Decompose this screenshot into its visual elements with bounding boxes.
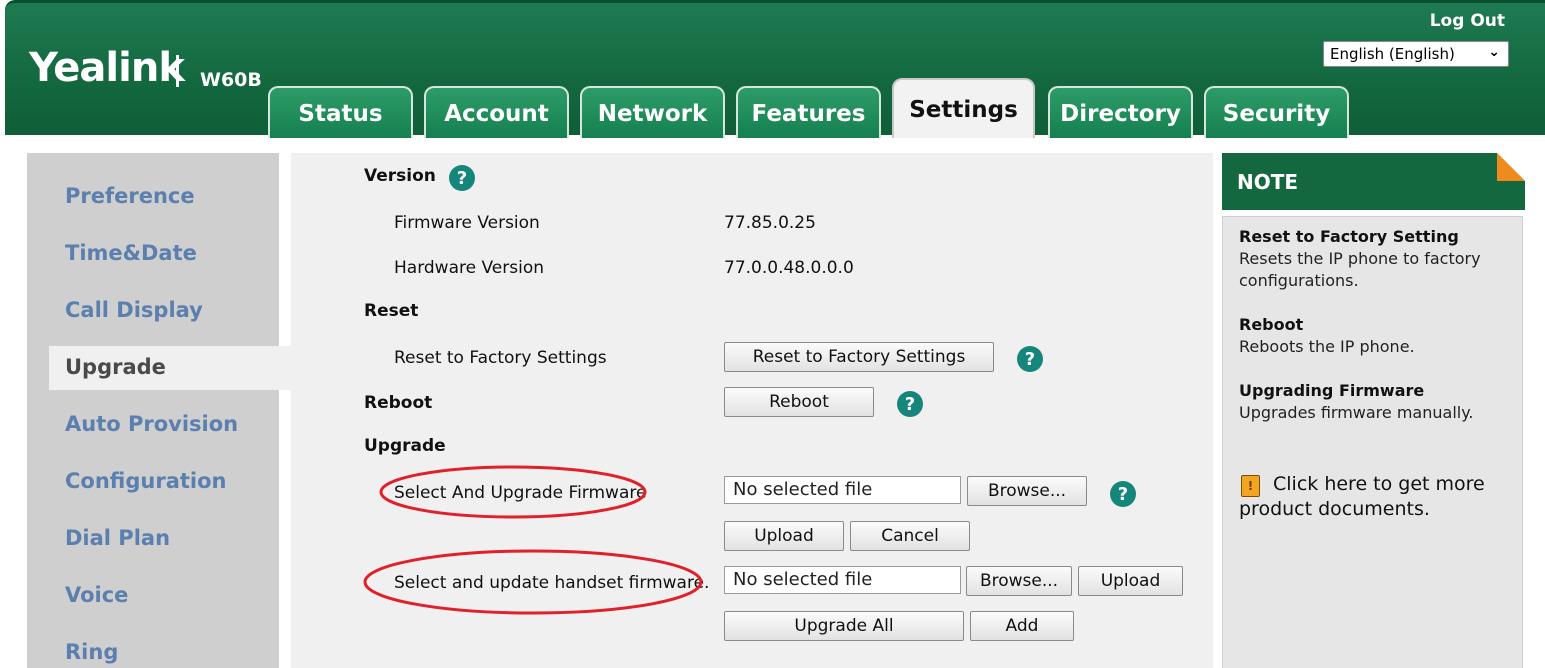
- note-desc: Reboots the IP phone.: [1239, 337, 1415, 356]
- firmware-version-label: Firmware Version: [394, 213, 540, 233]
- help-icon-upgrade[interactable]: ?: [1110, 481, 1136, 507]
- upgrade-panel: Version ? Firmware Version 77.85.0.25 Ha…: [291, 153, 1213, 668]
- help-icon-version[interactable]: ?: [449, 165, 475, 191]
- sidebar-item-voice[interactable]: Voice: [65, 583, 128, 607]
- hardware-version-label: Hardware Version: [394, 258, 544, 278]
- reboot-button[interactable]: Reboot: [724, 387, 874, 417]
- note-title: NOTE: [1237, 170, 1299, 194]
- firmware-version-value: 77.85.0.25: [724, 213, 816, 233]
- document-icon: !: [1241, 475, 1260, 497]
- help-icon-reset[interactable]: ?: [1017, 346, 1043, 372]
- chevron-down-icon: ⌄: [1488, 44, 1500, 60]
- handset-browse-button[interactable]: Browse...: [966, 566, 1072, 596]
- logo-separator: [176, 55, 179, 87]
- handset-upload-button[interactable]: Upload: [1078, 566, 1183, 596]
- note-term: Reset to Factory Setting: [1239, 227, 1459, 246]
- tab-security[interactable]: Security: [1204, 86, 1349, 138]
- handset-file-input[interactable]: No selected file: [724, 566, 961, 594]
- sidebar-item-auto-provision[interactable]: Auto Provision: [65, 412, 238, 436]
- upgrade-title: Upgrade: [364, 436, 446, 456]
- handset-firmware-label: Select and update handset firmware.: [394, 573, 710, 593]
- tab-features[interactable]: Features: [736, 86, 881, 138]
- sidebar-item-preference[interactable]: Preference: [65, 184, 195, 208]
- sidebar-item-dial-plan[interactable]: Dial Plan: [65, 526, 170, 550]
- sidebar-item-ring[interactable]: Ring: [65, 640, 118, 664]
- note-term: Upgrading Firmware: [1239, 381, 1425, 400]
- product-documents-link[interactable]: Click here to get more product documents…: [1239, 472, 1514, 522]
- note-desc: Resets the IP phone to factory configura…: [1239, 249, 1481, 290]
- note-term: Reboot: [1239, 315, 1304, 334]
- version-title: Version: [364, 166, 436, 186]
- language-select[interactable]: English (English) ⌄: [1323, 41, 1509, 67]
- reboot-title: Reboot: [364, 393, 433, 413]
- firmware-browse-button[interactable]: Browse...: [967, 476, 1087, 506]
- yealink-logo: Yealink: [29, 45, 185, 91]
- add-button[interactable]: Add: [970, 611, 1074, 641]
- tab-settings[interactable]: Settings: [892, 78, 1035, 138]
- device-model: W60B: [200, 69, 262, 91]
- tab-directory[interactable]: Directory: [1048, 86, 1193, 138]
- hardware-version-value: 77.0.0.48.0.0.0: [724, 258, 854, 278]
- note-desc: Upgrades firmware manually.: [1239, 403, 1474, 422]
- header-bar: Yealink W60B Log Out English (English) ⌄…: [5, 0, 1545, 138]
- reset-factory-label: Reset to Factory Settings: [394, 348, 607, 368]
- firmware-cancel-button[interactable]: Cancel: [850, 521, 970, 551]
- tab-status[interactable]: Status: [268, 86, 413, 138]
- sidebar-item-call-display[interactable]: Call Display: [65, 298, 203, 322]
- reset-factory-button[interactable]: Reset to Factory Settings: [724, 342, 994, 372]
- tab-network[interactable]: Network: [580, 86, 725, 138]
- reset-title: Reset: [364, 301, 419, 321]
- sidebar-item-time-date[interactable]: Time&Date: [65, 241, 197, 265]
- help-icon-reboot[interactable]: ?: [897, 391, 923, 417]
- upgrade-all-button[interactable]: Upgrade All: [724, 611, 964, 641]
- sidebar-item-configuration[interactable]: Configuration: [65, 469, 226, 493]
- upgrade-firmware-label: Select And Upgrade Firmware: [394, 483, 647, 503]
- sidebar-item-upgrade[interactable]: Upgrade: [65, 355, 166, 379]
- firmware-file-input[interactable]: No selected file: [724, 476, 961, 504]
- note-corner-fold: [1497, 153, 1525, 181]
- firmware-upload-button[interactable]: Upload: [724, 521, 844, 551]
- note-header: NOTE: [1222, 153, 1525, 210]
- logout-link[interactable]: Log Out: [1430, 11, 1505, 31]
- sidebar: Preference Time&Date Call Display Upgrad…: [27, 153, 319, 668]
- note-panel: Reset to Factory Setting Resets the IP p…: [1222, 216, 1523, 668]
- tab-account[interactable]: Account: [424, 86, 569, 138]
- language-select-value: English (English): [1330, 45, 1455, 63]
